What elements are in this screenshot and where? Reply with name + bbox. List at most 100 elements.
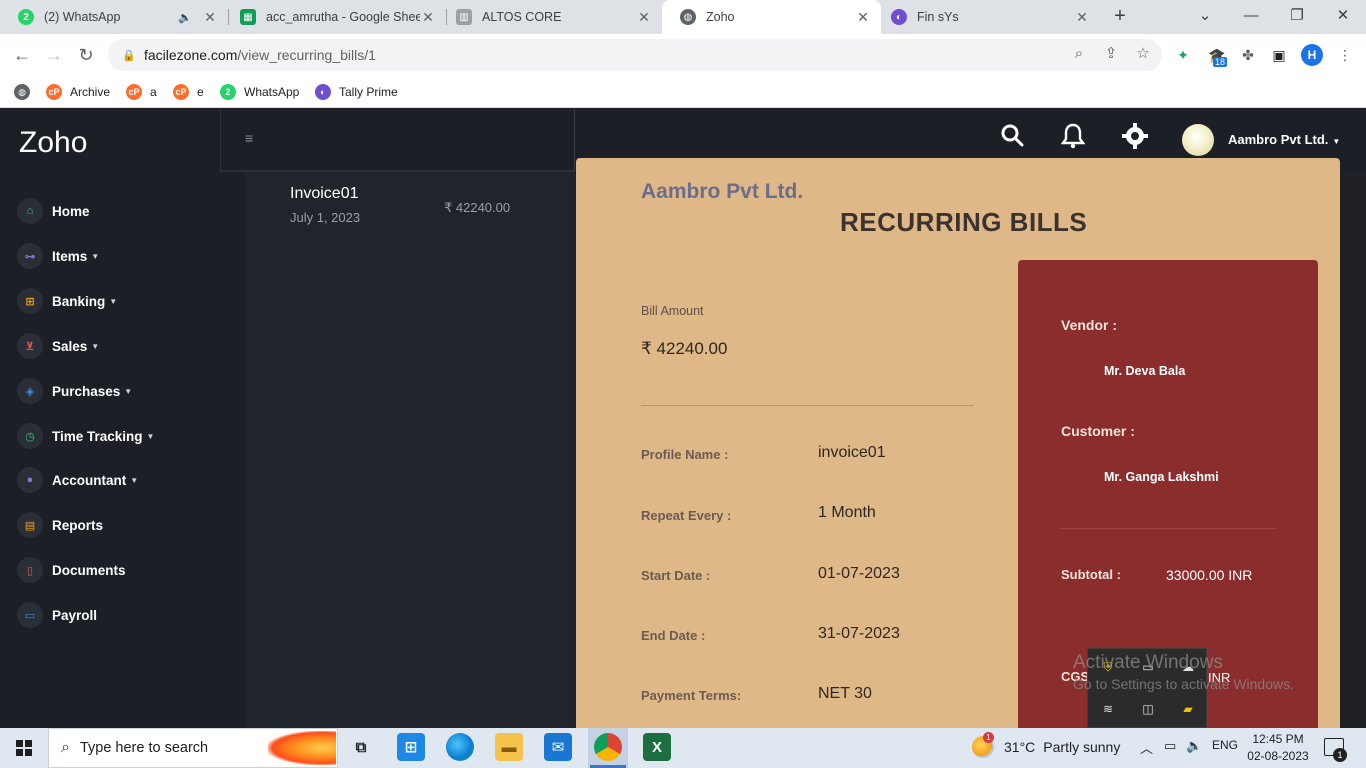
edge-icon[interactable] (446, 733, 474, 761)
sidebar-item-sales[interactable]: ⊻ Sales ▼ (17, 331, 237, 361)
start-button[interactable] (0, 728, 48, 768)
bookmark-tally-prime[interactable]: ◐ Tally Prime (315, 82, 398, 102)
bill-list-item-amount: ₹ 42240.00 (444, 200, 511, 215)
task-view-icon[interactable]: ⧉ (347, 733, 375, 761)
apps-icon[interactable]: ◍ (14, 82, 38, 102)
sidebar-item-accountant[interactable]: ● Accountant ▼ (17, 465, 237, 495)
drive-icon[interactable]: ▰ (1178, 699, 1198, 719)
side-panel-icon[interactable]: ▣ (1269, 45, 1289, 65)
bookmark-whatsapp[interactable]: 2 WhatsApp (220, 82, 299, 102)
zoom-icon[interactable]: ⌕ (1068, 43, 1090, 65)
close-icon[interactable]: ✕ (855, 9, 871, 26)
store-icon[interactable]: ⊞ (397, 733, 425, 761)
tab-altos-core[interactable]: ▥ ALTOS CORE ✕ (438, 0, 662, 34)
sidebar-item-reports[interactable]: ▤ Reports (17, 510, 237, 540)
search-icon[interactable] (998, 123, 1026, 153)
hamburger-menu-icon[interactable]: ≡ (245, 130, 253, 146)
sidebar-item-label: Payroll (52, 607, 98, 623)
address-bar[interactable]: 🔒 facilezone.com /view_recurring_bills/1 (108, 39, 1162, 71)
sidebar-item-home[interactable]: ⌂ Home (17, 196, 237, 226)
mail-icon[interactable]: ✉ (544, 733, 572, 761)
payment-terms-value: NET 30 (818, 685, 872, 702)
close-icon[interactable]: ✕ (636, 9, 652, 26)
cpanel-icon: cP (173, 84, 189, 100)
org-switcher[interactable]: Aambro Pvt Ltd. ▼ (1228, 132, 1340, 147)
new-tab-button[interactable]: + (1109, 5, 1131, 27)
tab-search-button[interactable]: ⌄ (1182, 0, 1228, 34)
clock-date: 02-08-2023 (1247, 749, 1309, 763)
sidebar-item-label: Time Tracking (52, 428, 143, 444)
bookmark-e[interactable]: cP e (173, 82, 204, 102)
sidebar-item-label: Banking (52, 293, 106, 309)
bill-list-item-name[interactable]: Invoice01 (290, 185, 359, 203)
speaker-icon[interactable]: 🔈 (1186, 738, 1202, 754)
weather-condition: Partly sunny (1043, 739, 1121, 755)
forward-button[interactable]: → (42, 43, 66, 67)
bell-icon[interactable] (1059, 123, 1087, 153)
meet-icon[interactable]: ◫ (1138, 699, 1158, 719)
tab-title: Fin sYs (917, 10, 959, 24)
browser-tab-strip: 2 (2) WhatsApp 🔈 ✕ ▦ acc_amrutha - Googl… (0, 0, 1366, 34)
caret-down-icon: ▼ (91, 341, 100, 351)
org-avatar[interactable] (1182, 124, 1214, 156)
taskbar-clock[interactable]: 12:45 PM 02-08-2023 (1243, 731, 1313, 765)
bill-amount-label: Bill Amount (641, 304, 704, 318)
cpanel-icon: cP (126, 84, 142, 100)
close-icon[interactable]: ✕ (420, 9, 436, 26)
bank-icon: ⊞ (17, 288, 43, 314)
excel-icon[interactable]: X (643, 733, 671, 761)
sheets-icon: ▦ (240, 9, 256, 25)
weather-widget[interactable]: 1 31°C Partly sunny (972, 732, 1121, 758)
reload-button[interactable]: ↻ (74, 43, 98, 67)
tab-title: (2) WhatsApp (44, 10, 121, 24)
taskbar-search-placeholder: Type here to search (79, 740, 209, 756)
lock-icon[interactable]: 🔒 (122, 49, 136, 62)
bookmark-label: a (150, 85, 157, 99)
network-icon[interactable]: ▭ (1164, 738, 1176, 754)
menu-icon[interactable]: ⋮ (1335, 45, 1355, 65)
sidebar-item-label: Sales (52, 338, 88, 354)
sidebar-item-time-tracking[interactable]: ◷ Time Tracking ▼ (17, 421, 237, 451)
tab-google-sheets[interactable]: ▦ acc_amrutha - Google Sheets ✕ (222, 0, 446, 34)
bookmark-a[interactable]: cP a (126, 82, 157, 102)
back-button[interactable]: ← (10, 43, 34, 67)
tab-fin-sys[interactable]: ◐ Fin sYs ✕ (873, 0, 1100, 34)
sidebar-item-payroll[interactable]: ▭ Payroll (17, 600, 237, 630)
close-icon[interactable]: ✕ (202, 9, 218, 26)
sidebar-item-label: Home (52, 203, 90, 219)
bookmark-star-icon[interactable]: ☆ (1132, 43, 1154, 65)
chevron-up-icon[interactable]: ︿ (1140, 738, 1153, 757)
activate-windows-title: Activate Windows (1073, 652, 1223, 673)
file-explorer-icon[interactable]: ▬ (495, 733, 523, 761)
chrome-icon[interactable] (594, 733, 622, 761)
sidebar-item-items[interactable]: ⊶ Items ▼ (17, 241, 237, 271)
bookmark-label: Archive (70, 85, 111, 99)
tab-zoho[interactable]: ◍ Zoho ✕ (662, 0, 881, 34)
bookmark-archive[interactable]: cP Archive (46, 82, 110, 102)
extension-icon[interactable]: ✦ (1173, 45, 1193, 65)
tab-whatsapp[interactable]: 2 (2) WhatsApp 🔈 ✕ (0, 0, 228, 34)
page-icon: ▥ (456, 9, 472, 25)
sidebar-item-label: Reports (52, 517, 104, 533)
minimize-button[interactable]: — (1228, 0, 1274, 34)
share-icon[interactable]: ⇪ (1100, 43, 1122, 65)
network-icon[interactable]: ≋ (1098, 699, 1118, 719)
basket-icon: ◈ (17, 378, 43, 404)
language-indicator[interactable]: ENG (1212, 738, 1238, 752)
document-icon: ▯ (17, 557, 43, 583)
close-icon[interactable]: ✕ (1074, 9, 1090, 26)
window-close-button[interactable]: ✕ (1320, 0, 1366, 34)
sidebar-item-documents[interactable]: ▯ Documents (17, 555, 237, 585)
brand-logo[interactable]: Zoho (19, 126, 87, 160)
restore-button[interactable]: ❐ (1274, 0, 1320, 34)
sidebar-item-purchases[interactable]: ◈ Purchases ▼ (17, 376, 237, 406)
payroll-icon: ▭ (17, 602, 43, 628)
profile-avatar[interactable]: H (1301, 44, 1323, 66)
search-highlight-art (268, 731, 336, 765)
puzzle-icon[interactable]: ✤ (1238, 45, 1258, 65)
bookmark-label: e (197, 85, 204, 99)
gear-icon[interactable] (1121, 123, 1149, 153)
sidebar-item-banking[interactable]: ⊞ Banking ▼ (17, 286, 237, 316)
speaker-icon[interactable]: 🔈 (178, 11, 192, 24)
profile-name-label: Profile Name : (641, 447, 729, 462)
